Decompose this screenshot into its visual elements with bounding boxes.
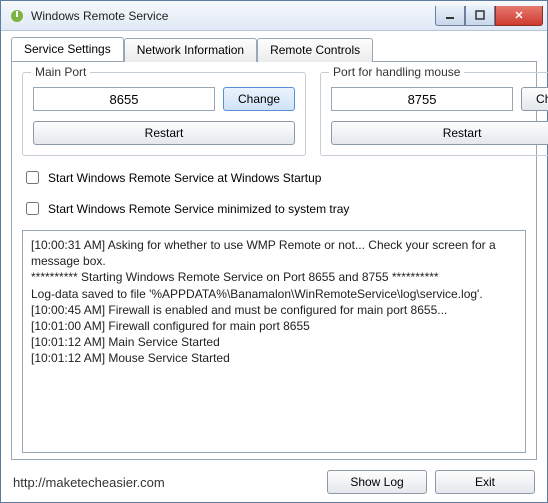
window-controls (435, 6, 543, 26)
footer-url: http://maketecheasier.com (13, 475, 319, 490)
exit-button[interactable]: Exit (435, 470, 535, 494)
mouse-port-legend: Port for handling mouse (329, 65, 464, 79)
checkbox-startup[interactable] (26, 171, 39, 184)
tab-network-information[interactable]: Network Information (124, 38, 257, 62)
app-window: Windows Remote Service Service Settings … (0, 0, 548, 503)
checkbox-tray-row[interactable]: Start Windows Remote Service minimized t… (22, 199, 526, 218)
group-main-port: Main Port Change Restart (22, 72, 306, 156)
minimize-button[interactable] (435, 6, 465, 26)
main-port-restart-button[interactable]: Restart (33, 121, 295, 145)
checkbox-tray-label: Start Windows Remote Service minimized t… (48, 202, 349, 216)
client-area: Service Settings Network Information Rem… (1, 31, 547, 464)
checkbox-tray[interactable] (26, 202, 39, 215)
tabstrip: Service Settings Network Information Rem… (11, 37, 537, 61)
window-title: Windows Remote Service (31, 9, 435, 23)
footer: http://maketecheasier.com Show Log Exit (1, 464, 547, 502)
mouse-port-restart-button[interactable]: Restart (331, 121, 548, 145)
show-log-button[interactable]: Show Log (327, 470, 427, 494)
main-port-legend: Main Port (31, 65, 90, 79)
titlebar[interactable]: Windows Remote Service (1, 1, 547, 31)
log-output: [10:00:31 AM] Asking for whether to use … (22, 230, 526, 453)
app-icon (9, 8, 25, 24)
tab-remote-controls[interactable]: Remote Controls (257, 38, 373, 62)
tab-panel-service: Main Port Change Restart Port for handli… (11, 61, 537, 460)
checkbox-startup-label: Start Windows Remote Service at Windows … (48, 171, 321, 185)
checkbox-startup-row[interactable]: Start Windows Remote Service at Windows … (22, 168, 526, 187)
main-port-change-button[interactable]: Change (223, 87, 295, 111)
close-button[interactable] (495, 6, 543, 26)
maximize-button[interactable] (465, 6, 495, 26)
tab-service-settings[interactable]: Service Settings (11, 37, 124, 61)
mouse-port-change-button[interactable]: Change (521, 87, 548, 111)
main-port-input[interactable] (33, 87, 215, 111)
mouse-port-input[interactable] (331, 87, 513, 111)
group-mouse-port: Port for handling mouse Change Restart (320, 72, 548, 156)
